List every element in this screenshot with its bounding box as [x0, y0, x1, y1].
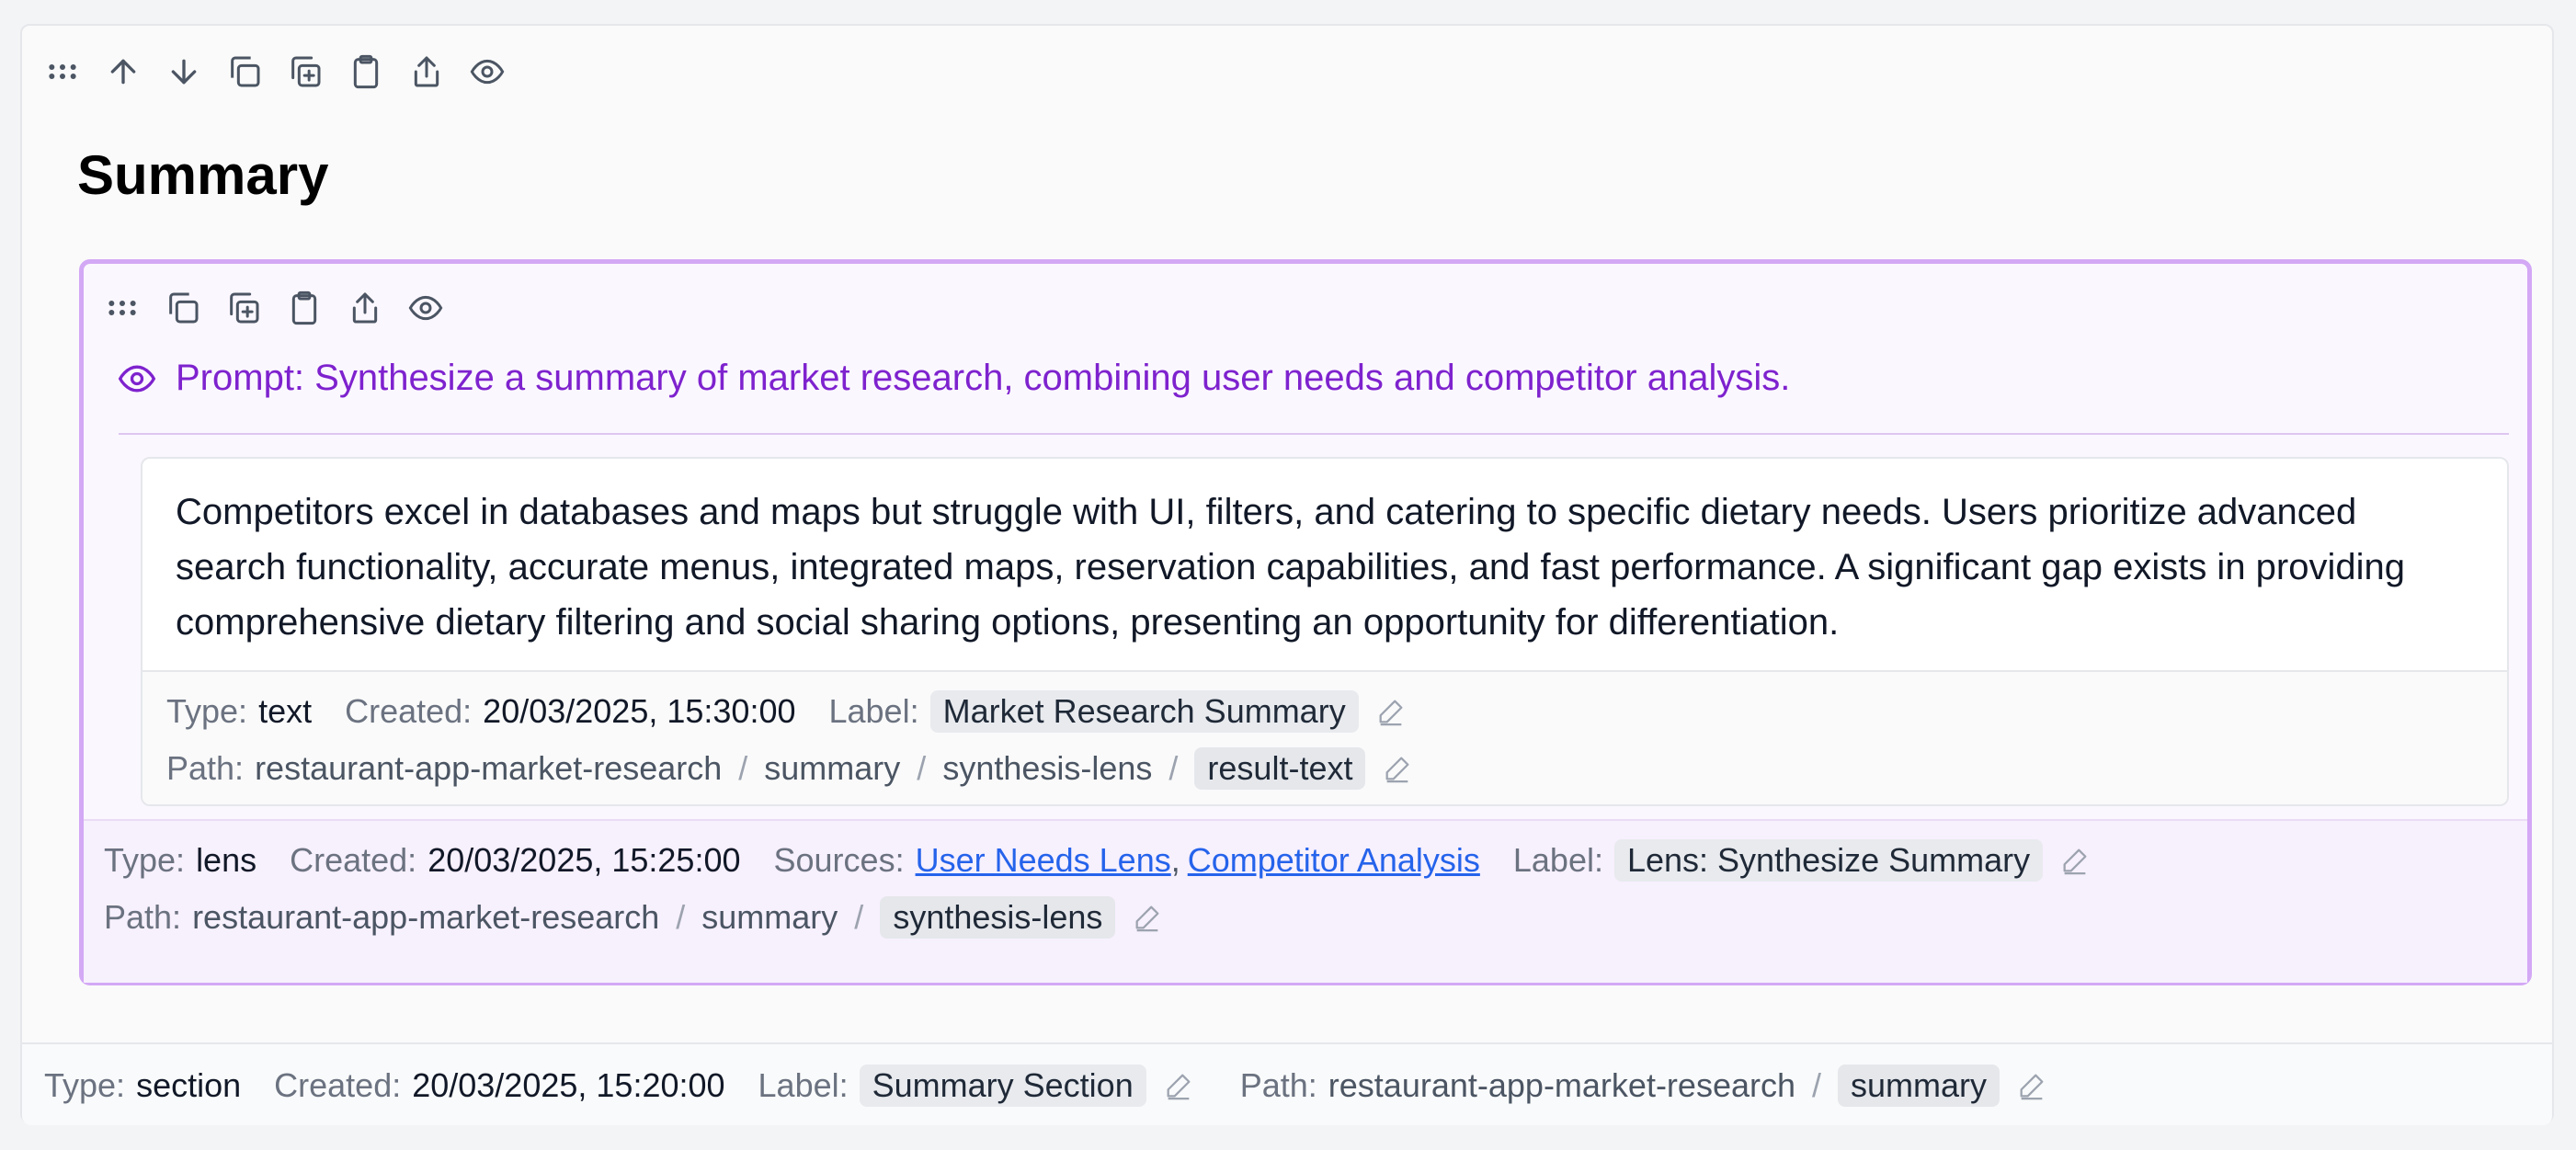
section-toolbar	[42, 51, 507, 92]
label-key: Label:	[828, 692, 919, 730]
lens-meta-row-2: Path: restaurant-app-market-research / s…	[104, 896, 1163, 939]
section-card: Summary Prompt: Synthesize a summary of …	[20, 24, 2554, 1125]
result-meta-row-1: Type: text Created: 20/03/2025, 15:30:00…	[166, 690, 1407, 733]
edit-path-icon[interactable]	[2016, 1070, 2047, 1101]
created-value: 20/03/2025, 15:20:00	[412, 1066, 725, 1104]
created-key: Created:	[345, 692, 473, 730]
path-key: Path:	[1239, 1066, 1317, 1104]
result-meta-row-2: Path: restaurant-app-market-research / s…	[166, 747, 1413, 790]
path-separator: /	[738, 749, 748, 787]
type-key: Type:	[44, 1066, 126, 1104]
duplicate-icon[interactable]	[285, 51, 325, 92]
path-separator: /	[917, 749, 927, 787]
eye-icon[interactable]	[405, 288, 446, 328]
type-value: section	[136, 1066, 242, 1104]
path-separator: /	[1812, 1066, 1822, 1104]
lens-card: Prompt: Synthesize a summary of market r…	[79, 259, 2532, 985]
lens-prompt[interactable]: Prompt: Synthesize a summary of market r…	[117, 358, 1790, 399]
path-segment[interactable]: restaurant-app-market-research	[1328, 1066, 1795, 1105]
source-link-user-needs[interactable]: User Needs Lens	[916, 841, 1171, 880]
duplicate-icon[interactable]	[223, 288, 264, 328]
path-current-chip[interactable]: result-text	[1194, 747, 1366, 790]
lens-toolbar	[102, 288, 446, 328]
path-key: Path:	[104, 898, 182, 936]
edit-path-icon[interactable]	[1132, 902, 1163, 933]
path-separator: /	[854, 898, 864, 936]
result-meta: Type: text Created: 20/03/2025, 15:30:00…	[142, 670, 2507, 804]
move-down-icon[interactable]	[164, 51, 204, 92]
edit-path-icon[interactable]	[1382, 753, 1413, 784]
path-separator: /	[676, 898, 686, 936]
eye-icon	[118, 365, 156, 392]
path-current-chip[interactable]: summary	[1838, 1065, 2000, 1107]
path-segment[interactable]: synthesis-lens	[942, 749, 1152, 788]
label-key: Label:	[1512, 841, 1603, 879]
path-segment[interactable]: restaurant-app-market-research	[255, 749, 722, 788]
lens-meta: Type: lens Created: 20/03/2025, 15:25:00…	[84, 819, 2527, 983]
prompt-divider	[119, 433, 2509, 435]
clipboard-icon[interactable]	[284, 288, 325, 328]
path-separator: /	[1168, 749, 1179, 787]
share-icon[interactable]	[406, 51, 447, 92]
section-meta: Type: section Created: 20/03/2025, 15:20…	[22, 1042, 2552, 1125]
edit-label-icon[interactable]	[1375, 696, 1407, 727]
label-key: Label:	[758, 1066, 849, 1104]
path-current-chip[interactable]: synthesis-lens	[880, 896, 1116, 939]
move-up-icon[interactable]	[103, 51, 143, 92]
lens-meta-row-1: Type: lens Created: 20/03/2025, 15:25:00…	[104, 839, 2091, 882]
created-value: 20/03/2025, 15:25:00	[427, 841, 741, 879]
type-key: Type:	[104, 841, 186, 879]
created-value: 20/03/2025, 15:30:00	[483, 692, 796, 730]
path-segment[interactable]: summary	[701, 898, 838, 937]
edit-label-icon[interactable]	[2059, 845, 2091, 876]
drag-handle-icon[interactable]	[42, 51, 83, 92]
sources-key: Sources:	[773, 841, 905, 879]
prompt-text: Prompt: Synthesize a summary of market r…	[176, 358, 1791, 398]
type-value: lens	[196, 841, 257, 879]
result-text: Competitors excel in databases and maps …	[176, 492, 2405, 643]
created-key: Created:	[290, 841, 417, 879]
drag-handle-icon[interactable]	[102, 288, 142, 328]
label-chip[interactable]: Market Research Summary	[929, 690, 1359, 733]
path-segment[interactable]: summary	[764, 749, 900, 788]
copy-icon[interactable]	[163, 288, 203, 328]
clipboard-icon[interactable]	[346, 51, 386, 92]
type-key: Type:	[166, 692, 248, 730]
copy-icon[interactable]	[224, 51, 265, 92]
source-link-competitor-analysis[interactable]: Competitor Analysis	[1188, 841, 1480, 880]
share-icon[interactable]	[345, 288, 385, 328]
path-key: Path:	[166, 749, 245, 787]
created-key: Created:	[274, 1066, 402, 1104]
section-meta-row: Type: section Created: 20/03/2025, 15:20…	[44, 1065, 2047, 1107]
edit-label-icon[interactable]	[1163, 1070, 1194, 1101]
result-card: Competitors excel in databases and maps …	[141, 457, 2509, 806]
path-segment[interactable]: restaurant-app-market-research	[192, 898, 659, 937]
type-value: text	[258, 692, 313, 730]
label-chip[interactable]: Lens: Synthesize Summary	[1613, 839, 2044, 882]
sources-separator: ,	[1170, 841, 1180, 879]
eye-icon[interactable]	[467, 51, 507, 92]
label-chip[interactable]: Summary Section	[859, 1065, 1146, 1107]
section-title: Summary	[77, 144, 329, 206]
